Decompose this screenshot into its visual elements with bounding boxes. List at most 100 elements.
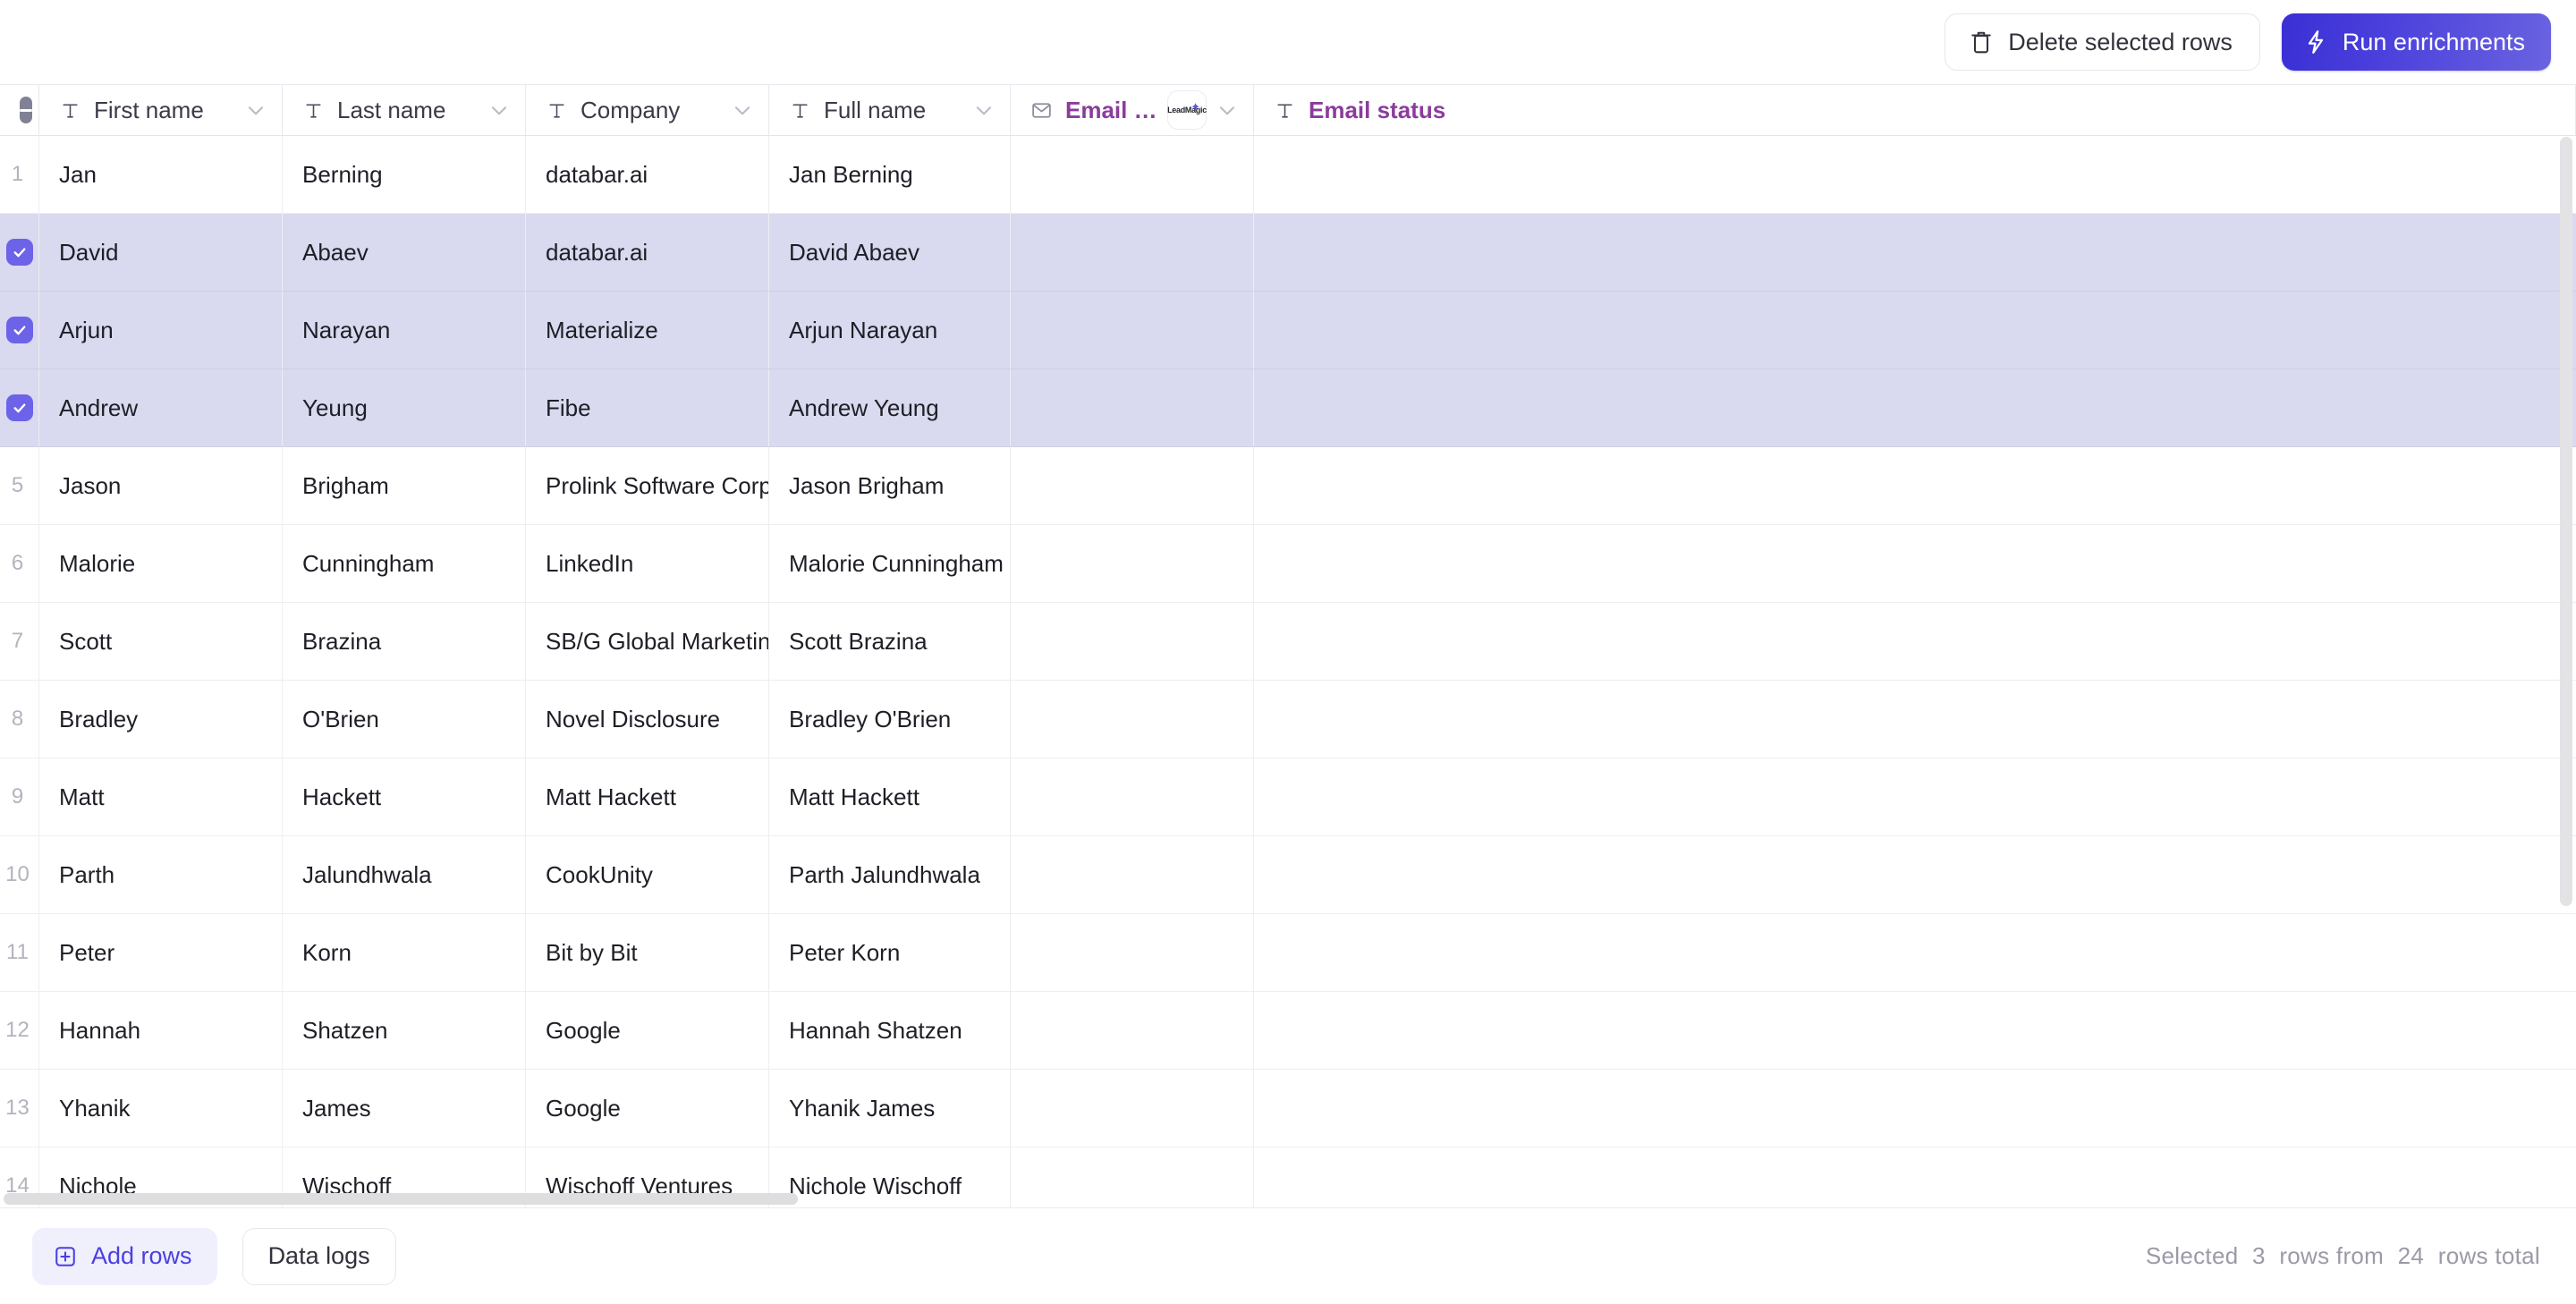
table-cell[interactable]: [1254, 136, 2576, 213]
table-cell[interactable]: [1011, 1147, 1254, 1207]
table-cell[interactable]: Google: [526, 1070, 769, 1147]
leadmagic-provider-badge[interactable]: LeadMagic ✦: [1167, 90, 1207, 130]
table-cell[interactable]: Hannah Shatzen: [769, 992, 1011, 1069]
table-cell[interactable]: [1011, 681, 1254, 758]
table-cell[interactable]: databar.ai: [526, 136, 769, 213]
add-rows-button[interactable]: Add rows: [32, 1227, 217, 1285]
table-row[interactable]: 10 Parth Jalundhwala CookUnity Parth Jalundh…: [0, 836, 2576, 914]
row-select-cell[interactable]: [0, 369, 39, 446]
table-cell[interactable]: Jan: [39, 136, 283, 213]
row-checkbox-checked[interactable]: [5, 394, 33, 421]
table-cell[interactable]: Peter: [39, 914, 283, 991]
table-cell[interactable]: Bradley: [39, 681, 283, 758]
table-cell[interactable]: [1254, 525, 2576, 602]
table-cell[interactable]: Andrew Yeung: [769, 369, 1011, 446]
row-select-cell[interactable]: 1: [0, 136, 39, 213]
vertical-scrollbar[interactable]: [2560, 137, 2572, 906]
table-cell[interactable]: Yhanik: [39, 1070, 283, 1147]
table-cell[interactable]: Hannah: [39, 992, 283, 1069]
row-select-cell[interactable]: [0, 214, 39, 291]
table-cell[interactable]: Hackett: [283, 758, 526, 835]
table-cell[interactable]: [1254, 603, 2576, 680]
table-cell[interactable]: [1011, 914, 1254, 991]
select-all-cell[interactable]: [0, 85, 39, 135]
table-cell[interactable]: Scott Brazina: [769, 603, 1011, 680]
table-cell[interactable]: James: [283, 1070, 526, 1147]
table-cell[interactable]: Berning: [283, 136, 526, 213]
table-cell[interactable]: Nichole Wischoff: [769, 1147, 1011, 1207]
table-cell[interactable]: [1254, 836, 2576, 913]
table-cell[interactable]: Arjun: [39, 292, 283, 368]
table-cell[interactable]: [1254, 914, 2576, 991]
chevron-down-icon[interactable]: [972, 98, 996, 122]
table-cell[interactable]: [1254, 758, 2576, 835]
table-cell[interactable]: [1011, 214, 1254, 291]
table-cell[interactable]: Parth Jalundhwala: [769, 836, 1011, 913]
table-cell[interactable]: [1254, 292, 2576, 368]
row-select-cell[interactable]: 7: [0, 603, 39, 680]
table-cell[interactable]: [1011, 136, 1254, 213]
table-cell[interactable]: databar.ai: [526, 214, 769, 291]
row-select-cell[interactable]: 12: [0, 992, 39, 1069]
table-cell[interactable]: Malorie Cunningham: [769, 525, 1011, 602]
row-select-cell[interactable]: 5: [0, 447, 39, 524]
table-cell[interactable]: Google: [526, 992, 769, 1069]
table-row[interactable]: Arjun Narayan Materialize Arjun Narayan: [0, 292, 2576, 369]
table-row[interactable]: 13 Yhanik James Google Yhanik James: [0, 1070, 2576, 1147]
table-cell[interactable]: David: [39, 214, 283, 291]
row-checkbox-checked[interactable]: [5, 239, 33, 266]
row-select-cell[interactable]: 13: [0, 1070, 39, 1147]
table-cell[interactable]: Novel Disclosure: [526, 681, 769, 758]
table-row[interactable]: David Abaev databar.ai David Abaev: [0, 214, 2576, 292]
table-cell[interactable]: Abaev: [283, 214, 526, 291]
table-cell[interactable]: [1011, 603, 1254, 680]
table-cell[interactable]: Prolink Software Corporation: [526, 447, 769, 524]
table-cell[interactable]: O'Brien: [283, 681, 526, 758]
chevron-down-icon[interactable]: [487, 98, 511, 122]
table-cell[interactable]: Cunningham: [283, 525, 526, 602]
table-cell[interactable]: Scott: [39, 603, 283, 680]
table-cell[interactable]: Shatzen: [283, 992, 526, 1069]
table-cell[interactable]: Korn: [283, 914, 526, 991]
row-checkbox-checked[interactable]: [5, 317, 33, 343]
horizontal-scrollbar[interactable]: [4, 1193, 798, 1205]
table-cell[interactable]: [1254, 681, 2576, 758]
table-cell[interactable]: SB/G Global Marketing: [526, 603, 769, 680]
table-cell[interactable]: [1011, 758, 1254, 835]
column-header-last-name[interactable]: Last name: [283, 85, 526, 135]
table-cell[interactable]: Parth: [39, 836, 283, 913]
table-cell[interactable]: Bradley O'Brien: [769, 681, 1011, 758]
table-cell[interactable]: [1011, 292, 1254, 368]
table-row[interactable]: 9 Matt Hackett Matt Hackett Matt Hackett: [0, 758, 2576, 836]
table-cell[interactable]: Matt Hackett: [526, 758, 769, 835]
table-row[interactable]: 11 Peter Korn Bit by Bit Peter Korn: [0, 914, 2576, 992]
select-all-checkbox[interactable]: [20, 97, 32, 123]
table-row[interactable]: 12 Hannah Shatzen Google Hannah Shatzen: [0, 992, 2576, 1070]
table-cell[interactable]: Bit by Bit: [526, 914, 769, 991]
table-cell[interactable]: Fibe: [526, 369, 769, 446]
table-cell[interactable]: [1011, 992, 1254, 1069]
table-cell[interactable]: Jan Berning: [769, 136, 1011, 213]
row-select-cell[interactable]: 10: [0, 836, 39, 913]
table-row[interactable]: 5 JasonBrighamProlink Software Corporatio…: [0, 447, 2576, 525]
table-cell[interactable]: Arjun Narayan: [769, 292, 1011, 368]
table-cell[interactable]: Brigham: [283, 447, 526, 524]
table-cell[interactable]: LinkedIn: [526, 525, 769, 602]
table-row[interactable]: Andrew Yeung Fibe Andrew Yeung: [0, 369, 2576, 447]
table-cell[interactable]: [1254, 447, 2576, 524]
table-cell[interactable]: [1254, 1147, 2576, 1207]
row-select-cell[interactable]: 8: [0, 681, 39, 758]
column-header-email-address[interactable]: Email address LeadMagic✦: [1011, 85, 1254, 135]
table-cell[interactable]: Yeung: [283, 369, 526, 446]
table-row[interactable]: 6 Malorie Cunningham LinkedIn Malorie Cunnin…: [0, 525, 2576, 603]
row-select-cell[interactable]: 11: [0, 914, 39, 991]
column-header-full-name[interactable]: Full name: [769, 85, 1011, 135]
table-cell[interactable]: Narayan: [283, 292, 526, 368]
column-header-first-name[interactable]: First name: [39, 85, 283, 135]
table-cell[interactable]: Peter Korn: [769, 914, 1011, 991]
table-cell[interactable]: [1254, 992, 2576, 1069]
table-cell[interactable]: [1011, 369, 1254, 446]
table-cell[interactable]: Materialize: [526, 292, 769, 368]
table-cell[interactable]: Matt Hackett: [769, 758, 1011, 835]
table-cell[interactable]: Matt: [39, 758, 283, 835]
